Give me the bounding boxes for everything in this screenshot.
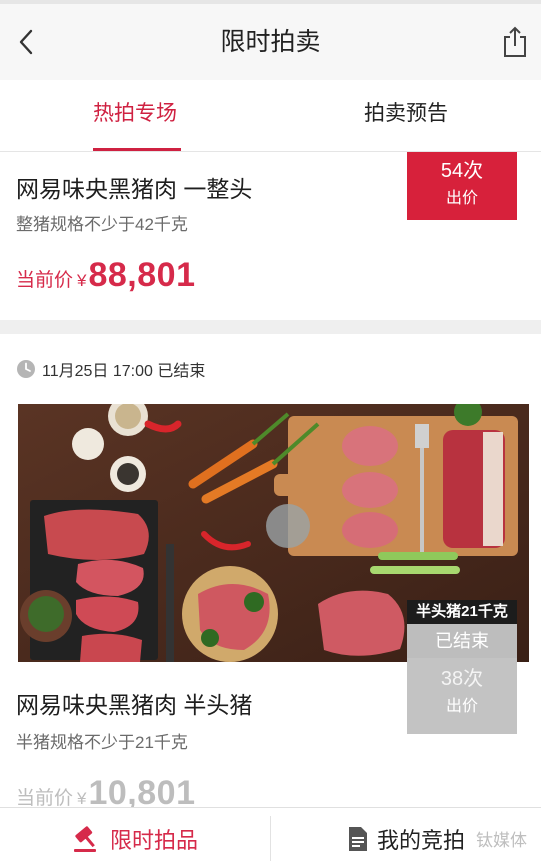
tab-hot-auction[interactable]: 热拍专场 [0,80,270,152]
status-overlay: 半头猪21千克 已结束 [407,600,517,658]
current-price: 88,801 [88,256,196,294]
auction-time-row: 11月25日 17:00 已结束 [16,358,205,380]
active-tab-underline [93,148,181,151]
item-title: 网易味央黑猪肉 一整头 [16,176,253,202]
price-label: 当前价 [16,788,74,809]
bid-count-badge: 38次 出价 [407,658,517,734]
weight-tag: 半头猪21千克 [407,600,517,624]
page-title: 限时拍卖 [220,28,321,56]
status-badge: 已结束 [407,624,517,658]
tabbar-item-my-bids[interactable]: 我的竞拍 [271,808,541,868]
item-title: 网易味央黑猪肉 半头猪 [16,692,253,718]
auction-card-half-pig[interactable]: 11月25日 17:00 已结束 网易味央黑猪肉 半头猪 半猪规格不少于21千克… [0,334,541,868]
clock-icon [17,360,35,378]
gavel-icon [73,825,96,852]
bid-label: 出价 [445,190,478,207]
header: 限时拍卖 [0,4,541,80]
price-label: 当前价 [16,270,74,291]
bid-count: 54次 [440,160,484,182]
chevron-left-icon [19,29,33,55]
bottom-tab-bar: 限时拍品 我的竞拍 钛媒体 [0,807,541,868]
share-icon [504,26,526,57]
item-spec: 半猪规格不少于21千克 [16,733,188,752]
bid-label: 出价 [445,698,478,715]
currency-symbol: ¥ [77,789,87,808]
tabbar-item-auction-items[interactable]: 限时拍品 [0,808,270,868]
bid-count-badge: 54次 出价 [407,152,517,220]
share-button[interactable] [497,20,533,64]
tabbar-label: 限时拍品 [109,827,198,853]
tab-bar: 热拍专场 拍卖预告 [0,80,541,152]
item-spec: 整猪规格不少于42千克 [16,215,188,234]
bid-count: 38次 [440,668,484,690]
tab-auction-preview[interactable]: 拍卖预告 [271,80,541,152]
price-row: 当前价 ¥88,801 [16,256,195,295]
auction-end-time: 11月25日 17:00 已结束 [42,363,206,380]
document-icon [348,826,367,851]
back-button[interactable] [8,22,44,62]
tabbar-label: 我的竞拍 [376,827,465,853]
currency-symbol: ¥ [77,271,87,290]
card-separator [0,320,541,334]
